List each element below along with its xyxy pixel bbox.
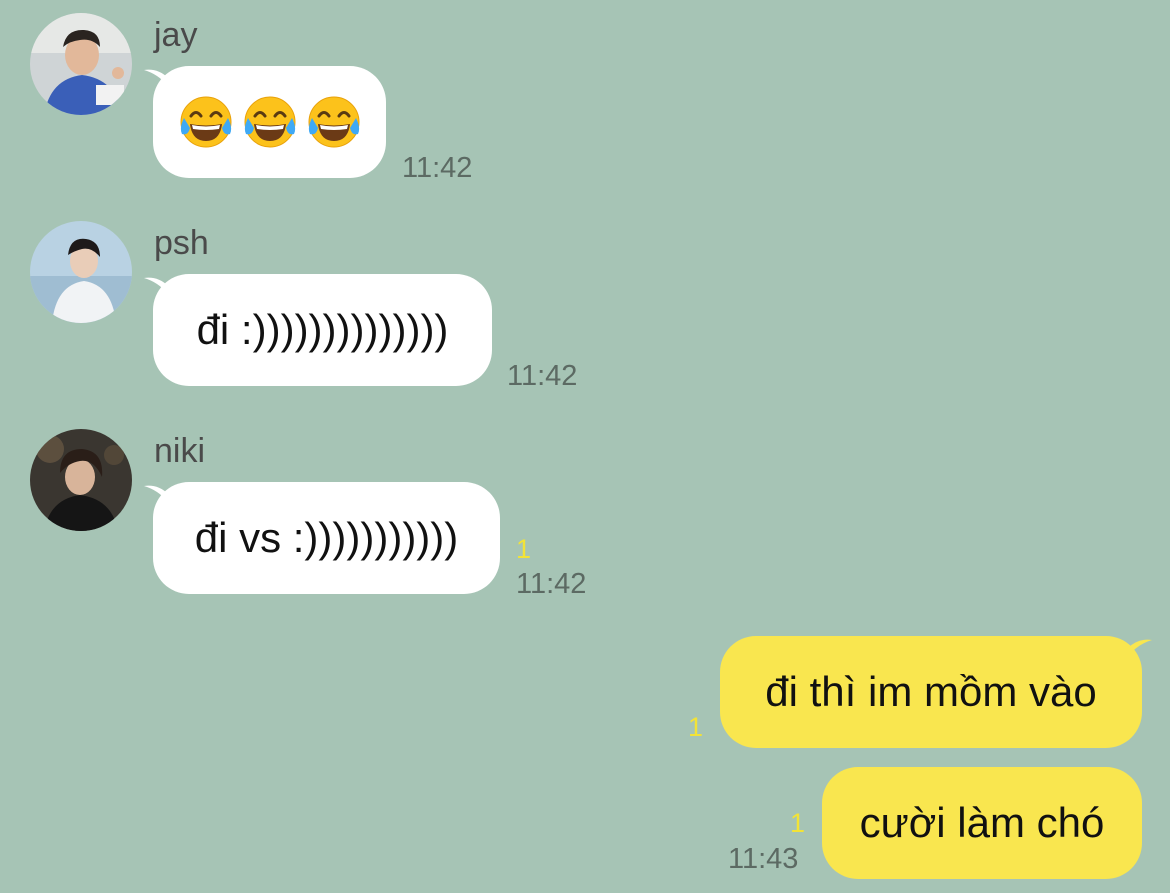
message-bubble[interactable]: đi thì im mồm vào bbox=[720, 636, 1142, 748]
tears-of-joy-emoji-icon bbox=[180, 96, 231, 148]
message-time: 11:42 bbox=[402, 152, 473, 184]
unread-count: 1 bbox=[688, 712, 704, 742]
message-text: cười làm chó bbox=[859, 799, 1105, 846]
emoji-row bbox=[178, 94, 362, 150]
avatar-jay[interactable] bbox=[30, 13, 132, 115]
sender-name: niki bbox=[154, 432, 206, 470]
sender-name: jay bbox=[154, 16, 198, 54]
sender-name: psh bbox=[154, 224, 209, 262]
message-text: đi thì im mồm vào bbox=[765, 668, 1097, 715]
message-bubble[interactable]: đi :)))))))))))))) bbox=[153, 274, 492, 386]
tears-of-joy-emoji-icon bbox=[308, 96, 359, 148]
message-bubble[interactable] bbox=[153, 66, 386, 178]
message-time: 11:42 bbox=[507, 360, 578, 392]
tears-of-joy-emoji-icon bbox=[244, 96, 295, 148]
unread-count: 1 bbox=[516, 534, 532, 564]
message-bubble[interactable]: đi vs :))))))))))) bbox=[153, 482, 500, 594]
message-text: đi vs :))))))))))) bbox=[194, 514, 459, 561]
avatar-niki[interactable] bbox=[30, 429, 132, 531]
message-bubble[interactable]: cười làm chó bbox=[822, 767, 1142, 879]
unread-count: 1 bbox=[790, 808, 806, 838]
avatar-psh[interactable] bbox=[30, 221, 132, 323]
message-time: 11:43 bbox=[728, 843, 799, 875]
message-text: đi :)))))))))))))) bbox=[196, 306, 449, 353]
message-time: 11:42 bbox=[516, 568, 587, 600]
